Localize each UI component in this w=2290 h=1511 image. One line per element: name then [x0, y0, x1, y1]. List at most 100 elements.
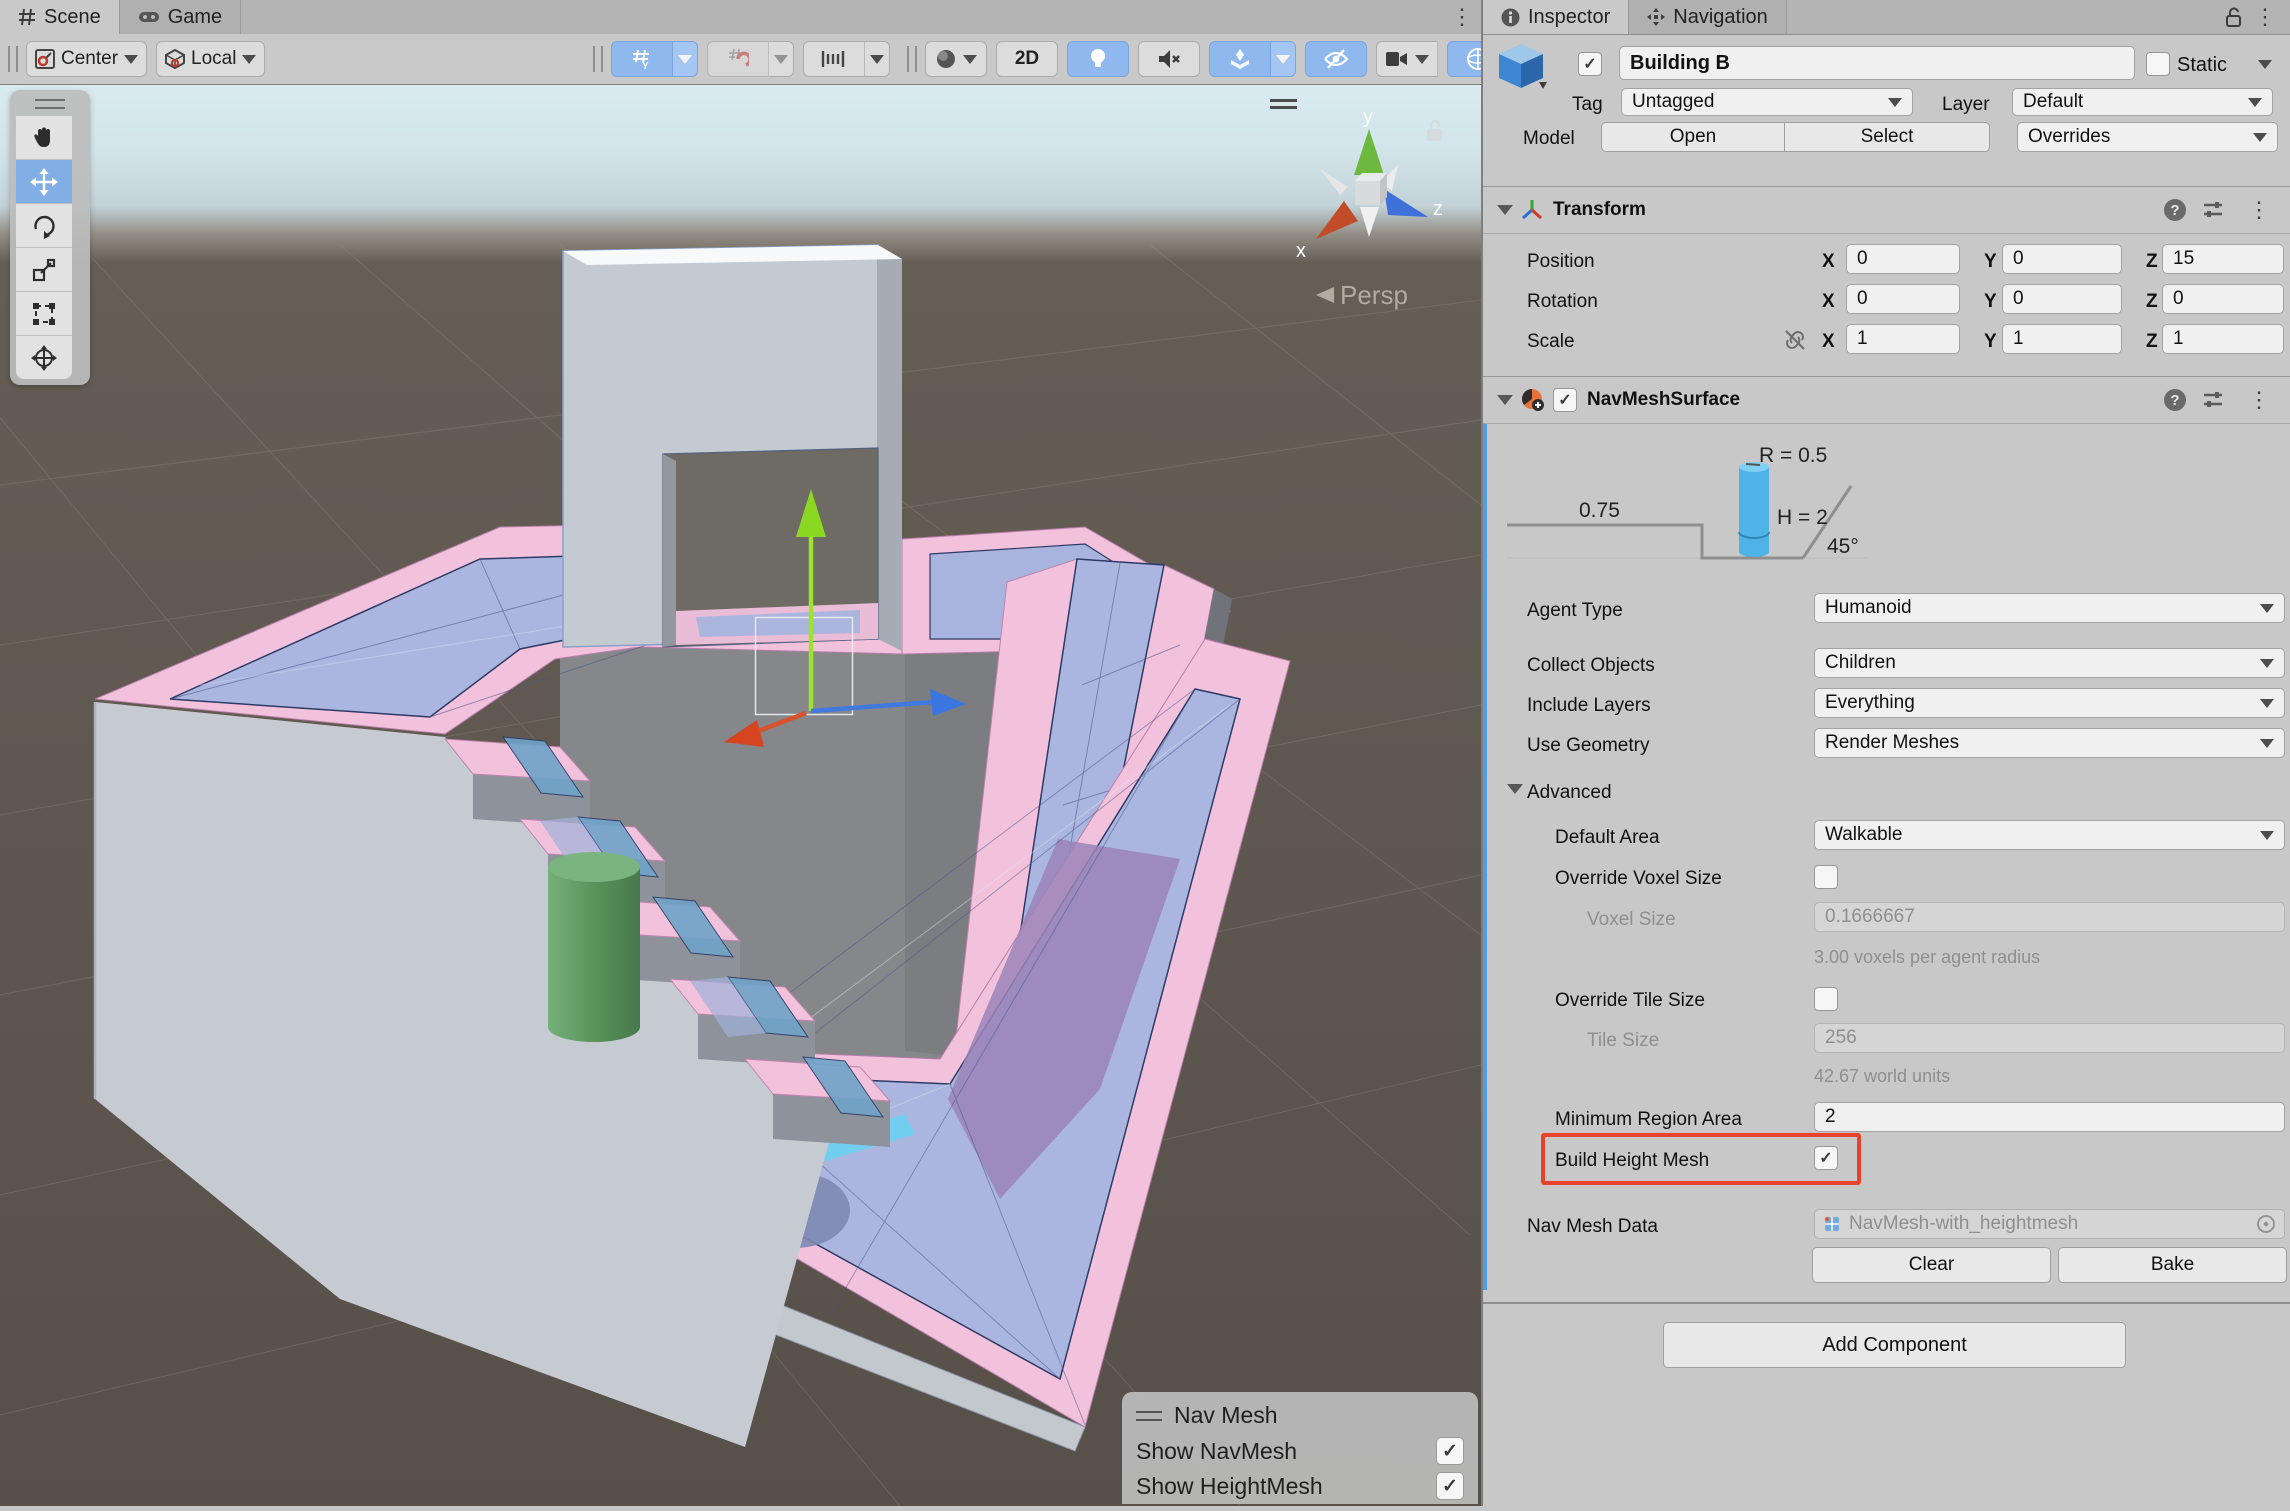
- scale-tool-button[interactable]: [16, 248, 72, 292]
- navmesh-foldout-icon[interactable]: [1497, 395, 1513, 405]
- grid-visibility-button[interactable]: Y: [611, 41, 673, 77]
- navmesh-help-icon[interactable]: ?: [2164, 389, 2186, 411]
- object-picker-icon[interactable]: [2256, 1214, 2276, 1234]
- measure-dropdown[interactable]: [865, 41, 890, 77]
- bake-button[interactable]: Bake: [2058, 1247, 2287, 1283]
- tab-navigation[interactable]: Navigation: [1629, 0, 1787, 34]
- rotate-tool-button[interactable]: [16, 204, 72, 248]
- scale-x-field[interactable]: 1: [1846, 324, 1960, 354]
- toolbar-drag-handle-3[interactable]: [907, 46, 917, 72]
- orientation-button[interactable]: Local: [156, 41, 265, 77]
- rotation-y-field[interactable]: 0: [2002, 284, 2122, 314]
- default-area-label: Default Area: [1555, 827, 1660, 849]
- static-caret-icon[interactable]: [2258, 60, 2272, 69]
- rotation-x-field[interactable]: 0: [1846, 284, 1960, 314]
- rotation-label: Rotation: [1527, 291, 1598, 313]
- overrides-dropdown[interactable]: Overrides: [2017, 122, 2278, 152]
- effects-dropdown[interactable]: [1271, 41, 1296, 77]
- advanced-foldout-icon[interactable]: [1507, 784, 1523, 794]
- position-x-field[interactable]: 0: [1846, 244, 1960, 274]
- navmesh-kebab-icon[interactable]: ⋮: [2240, 385, 2278, 415]
- tab-game[interactable]: Game: [120, 0, 241, 34]
- override-voxel-label: Override Voxel Size: [1555, 868, 1722, 890]
- snap-button[interactable]: [707, 41, 769, 77]
- grid-icon: [18, 8, 36, 26]
- scene-menu-kebab[interactable]: ⋮: [1443, 2, 1481, 32]
- link-broken-icon[interactable]: [1783, 328, 1807, 352]
- rotation-z-field[interactable]: 0: [2162, 284, 2284, 314]
- navigation-icon: [1647, 8, 1665, 26]
- tab-scene[interactable]: Scene: [0, 0, 120, 34]
- model-select-button[interactable]: Select: [1784, 122, 1990, 152]
- use-geometry-label: Use Geometry: [1527, 735, 1649, 757]
- persp-label[interactable]: Persp: [1340, 280, 1408, 310]
- move-tool-button[interactable]: [16, 160, 72, 204]
- nav-mesh-data-field[interactable]: NavMesh-with_heightmesh: [1814, 1209, 2285, 1239]
- scale-y-field[interactable]: 1: [2002, 324, 2122, 354]
- tag-dropdown[interactable]: Untagged: [1621, 88, 1913, 116]
- position-y-field[interactable]: 0: [2002, 244, 2122, 274]
- palette-drag-handle[interactable]: [16, 96, 84, 112]
- lighting-toggle-button[interactable]: [1067, 41, 1129, 77]
- measure-button[interactable]: [803, 41, 865, 77]
- transform-header[interactable]: Transform ? ⋮: [1483, 186, 2290, 234]
- transform-kebab-icon[interactable]: ⋮: [2240, 195, 2278, 225]
- overlay-drag-handle[interactable]: [1136, 1411, 1162, 1421]
- component-separator: [1483, 1302, 2290, 1304]
- min-region-field[interactable]: 2: [1814, 1102, 2285, 1132]
- clear-button[interactable]: Clear: [1812, 1247, 2051, 1283]
- tab-inspector[interactable]: Inspector: [1483, 0, 1629, 34]
- scale-z-field[interactable]: 1: [2162, 324, 2284, 354]
- show-navmesh-checkbox[interactable]: ✓: [1436, 1437, 1464, 1465]
- navmeshsurface-header[interactable]: ✓ NavMeshSurface ? ⋮: [1483, 376, 2290, 424]
- default-area-dropdown[interactable]: Walkable: [1814, 820, 2285, 850]
- presets-icon[interactable]: [2202, 201, 2224, 219]
- navmeshsurface-title: NavMeshSurface: [1587, 389, 1740, 411]
- hand-tool-button[interactable]: [16, 116, 72, 160]
- transform-title: Transform: [1553, 199, 1646, 221]
- help-icon[interactable]: ?: [2164, 199, 2186, 221]
- navmesh-presets-icon[interactable]: [2202, 391, 2224, 409]
- include-layers-dropdown[interactable]: Everything: [1814, 688, 2285, 718]
- effects-button[interactable]: [1209, 41, 1271, 77]
- inspector-menu-kebab[interactable]: ⋮: [2246, 2, 2284, 32]
- pivot-caret-icon: [124, 55, 138, 64]
- scene-viewport[interactable]: y x z Persp: [0, 85, 1481, 1506]
- draw-mode-button[interactable]: [925, 41, 987, 77]
- navmesh-enabled-checkbox[interactable]: ✓: [1553, 388, 1577, 412]
- grid-dropdown[interactable]: [673, 41, 698, 77]
- rect-tool-button[interactable]: [16, 292, 72, 336]
- gameobject-name-field[interactable]: Building B: [1619, 46, 2135, 80]
- advanced-label[interactable]: Advanced: [1527, 782, 1612, 804]
- visibility-toggle-button[interactable]: [1305, 41, 1367, 77]
- override-tile-checkbox[interactable]: [1814, 987, 1838, 1011]
- override-voxel-checkbox[interactable]: [1814, 865, 1838, 889]
- overrides-value: Overrides: [2028, 126, 2110, 148]
- layer-dropdown[interactable]: Default: [2012, 88, 2273, 116]
- audio-toggle-button[interactable]: [1138, 41, 1200, 77]
- position-y-axis: Y: [1984, 251, 1997, 273]
- add-component-button[interactable]: Add Component: [1663, 1322, 2126, 1368]
- rotation-z-axis: Z: [2146, 291, 2158, 313]
- pivot-mode-button[interactable]: Center: [26, 41, 147, 77]
- agent-type-dropdown[interactable]: Humanoid: [1814, 593, 2285, 623]
- snap-dropdown[interactable]: [769, 41, 794, 77]
- position-z-field[interactable]: 15: [2162, 244, 2284, 274]
- transform-tool-button[interactable]: [16, 336, 72, 379]
- camera-button[interactable]: [1376, 41, 1438, 77]
- show-heightmesh-checkbox[interactable]: ✓: [1436, 1472, 1464, 1500]
- model-open-button[interactable]: Open: [1601, 122, 1785, 152]
- transform-foldout-icon[interactable]: [1497, 205, 1513, 215]
- toolbar-drag-handle-2[interactable]: [593, 46, 603, 72]
- use-geometry-dropdown[interactable]: Render Meshes: [1814, 728, 2285, 758]
- nav-mesh-data-label: Nav Mesh Data: [1527, 1216, 1658, 1238]
- unlock-icon[interactable]: [2226, 7, 2242, 27]
- pivot-label: Center: [61, 48, 118, 70]
- collect-objects-dropdown[interactable]: Children: [1814, 648, 2285, 678]
- static-checkbox[interactable]: [2146, 52, 2170, 76]
- hand-icon: [31, 125, 57, 151]
- 2d-toggle-button[interactable]: 2D: [996, 41, 1058, 77]
- toolbar-drag-handle[interactable]: [8, 46, 18, 72]
- lightbulb-icon: [1089, 47, 1107, 71]
- gameobject-active-checkbox[interactable]: ✓: [1578, 52, 1602, 76]
